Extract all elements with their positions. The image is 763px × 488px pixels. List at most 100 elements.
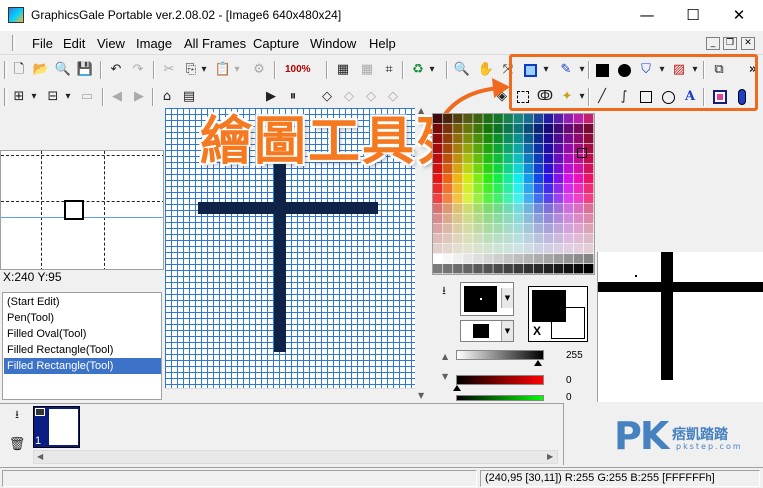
layer-props-icon[interactable]: ⊟ — [44, 88, 62, 106]
palette-swatch[interactable] — [433, 134, 443, 144]
green-slider[interactable] — [456, 395, 544, 401]
palette-swatch[interactable] — [583, 164, 594, 174]
palette-swatch[interactable] — [433, 234, 443, 244]
palette-swatch[interactable] — [513, 234, 523, 244]
palette-swatch[interactable] — [503, 214, 513, 224]
palette-swatch[interactable] — [483, 144, 493, 154]
palette-swatch[interactable] — [433, 154, 443, 164]
palette-swatch[interactable] — [493, 204, 503, 214]
palette-swatch[interactable] — [433, 114, 443, 124]
palette-swatch[interactable] — [453, 204, 463, 214]
palette-swatch[interactable] — [443, 254, 453, 264]
brush-size-selector[interactable]: ▼ — [460, 282, 514, 316]
palette-swatch[interactable] — [573, 124, 584, 134]
next-frame-icon[interactable]: ▶ — [130, 88, 148, 106]
palette-swatch[interactable] — [513, 124, 523, 134]
scroll-down-icon[interactable]: ▼ — [418, 391, 424, 400]
palette-swatch[interactable] — [563, 204, 574, 214]
palette-swatch[interactable] — [513, 174, 523, 184]
palette-swatch[interactable] — [513, 144, 523, 154]
color-palette[interactable] — [432, 113, 595, 275]
palette-swatch[interactable] — [473, 174, 483, 184]
pattern-dropdown-icon[interactable]: ▼ — [501, 321, 513, 341]
palette-swatch[interactable] — [463, 164, 473, 174]
cut-icon[interactable]: ✂ — [160, 61, 178, 79]
palette-swatch[interactable] — [533, 164, 544, 174]
palette-swatch[interactable] — [533, 214, 544, 224]
palette-swatch[interactable] — [503, 174, 513, 184]
palette-swatch[interactable] — [453, 194, 463, 204]
palette-swatch[interactable] — [503, 164, 513, 174]
copy-icon[interactable]: ⎘ — [182, 61, 200, 79]
minimize-button[interactable]: — — [624, 0, 670, 31]
palette-swatch[interactable] — [483, 224, 493, 234]
open-folder-icon[interactable]: 📂 — [32, 61, 50, 79]
palette-swatch[interactable] — [523, 264, 534, 274]
palette-swatch[interactable] — [553, 174, 564, 184]
palette-swatch[interactable] — [533, 114, 544, 124]
palette-swatch[interactable] — [583, 224, 594, 234]
palette-swatch[interactable] — [553, 114, 564, 124]
palette-swatch[interactable] — [543, 124, 554, 134]
palette-swatch[interactable] — [443, 244, 453, 254]
palette-swatch[interactable] — [443, 204, 453, 214]
slider-up-icon[interactable]: ▲ — [442, 352, 448, 361]
palette-swatch[interactable] — [433, 264, 443, 274]
palette-swatch[interactable] — [483, 194, 493, 204]
palette-swatch[interactable] — [493, 154, 503, 164]
palette-swatch[interactable] — [543, 154, 554, 164]
palette-swatch[interactable] — [553, 224, 564, 234]
palette-swatch[interactable] — [443, 174, 453, 184]
zoom-level[interactable]: 100% — [285, 64, 311, 75]
palette-swatch[interactable] — [583, 174, 594, 184]
palette-swatch[interactable] — [583, 134, 594, 144]
palette-swatch[interactable] — [463, 244, 473, 254]
palette-swatch[interactable] — [553, 194, 564, 204]
palette-swatch[interactable] — [583, 184, 594, 194]
palette-swatch[interactable] — [533, 194, 544, 204]
fg-bg-color-selector[interactable]: X — [528, 286, 588, 342]
palette-swatch[interactable] — [503, 114, 513, 124]
palette-swatch[interactable] — [513, 114, 523, 124]
palette-swatch[interactable] — [473, 234, 483, 244]
palette-swatch[interactable] — [523, 144, 534, 154]
home-icon[interactable]: ⌂ — [158, 88, 176, 106]
palette-swatch[interactable] — [533, 134, 544, 144]
menu-all-frames[interactable]: All Frames — [184, 36, 246, 51]
palette-swatch[interactable] — [523, 224, 534, 234]
palette-swatch[interactable] — [563, 174, 574, 184]
palette-swatch[interactable] — [543, 174, 554, 184]
palette-swatch[interactable] — [463, 194, 473, 204]
palette-swatch[interactable] — [453, 124, 463, 134]
palette-swatch[interactable] — [463, 264, 473, 274]
palette-swatch[interactable] — [493, 244, 503, 254]
palette-swatch[interactable] — [493, 264, 503, 274]
palette-swatch[interactable] — [563, 124, 574, 134]
palette-swatch[interactable] — [563, 234, 574, 244]
palette-swatch[interactable] — [583, 204, 594, 214]
palette-swatch[interactable] — [563, 214, 574, 224]
crosshair-grid-icon[interactable]: ⌗ — [380, 61, 398, 79]
palette-swatch[interactable] — [473, 154, 483, 164]
paste-special-icon[interactable]: ⚙ — [250, 61, 268, 79]
palette-swatch[interactable] — [483, 214, 493, 224]
palette-swatch[interactable] — [553, 164, 564, 174]
red-knob[interactable] — [453, 385, 461, 391]
palette-swatch[interactable] — [483, 234, 493, 244]
palette-swatch[interactable] — [573, 174, 584, 184]
palette-swatch[interactable] — [573, 224, 584, 234]
palette-swatch[interactable] — [453, 214, 463, 224]
menu-file[interactable]: File — [32, 36, 53, 51]
palette-swatch[interactable] — [553, 234, 564, 244]
paste-icon[interactable]: 📋 — [214, 61, 232, 79]
palette-swatch[interactable] — [483, 114, 493, 124]
palette-swatch[interactable] — [533, 254, 544, 264]
save-icon[interactable]: 💾 — [76, 61, 94, 79]
palette-swatch[interactable] — [513, 134, 523, 144]
palette-swatch[interactable] — [533, 184, 544, 194]
palette-swatch[interactable] — [483, 254, 493, 264]
palette-swatch[interactable] — [523, 234, 534, 244]
palette-swatch[interactable] — [553, 144, 564, 154]
palette-swatch[interactable] — [563, 194, 574, 204]
palette-swatch[interactable] — [513, 244, 523, 254]
